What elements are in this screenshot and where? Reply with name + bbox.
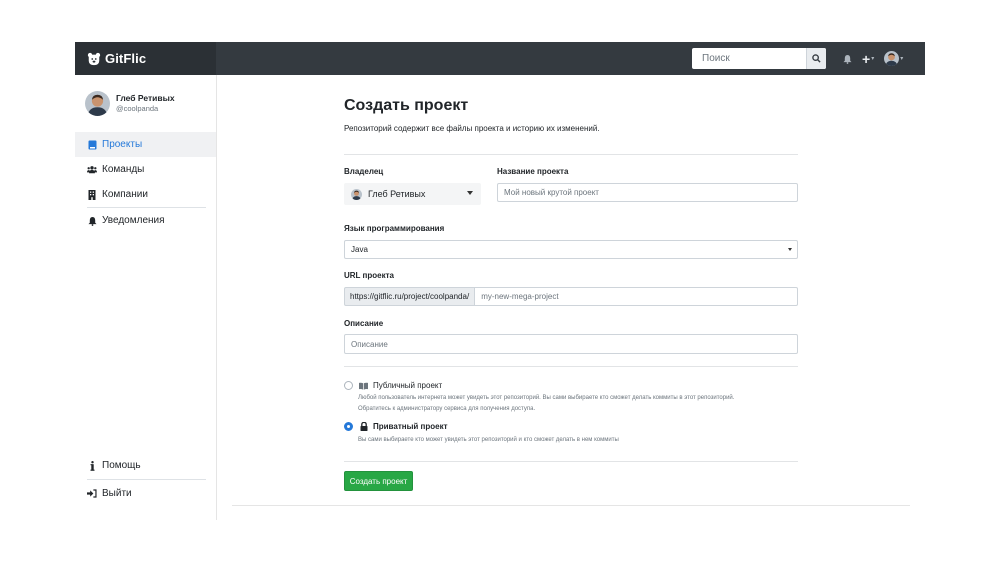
url-label: URL проекта (344, 271, 394, 280)
building-icon (87, 189, 97, 200)
sidebar-item-label: Выйти (102, 488, 132, 499)
sidebar-item-teams[interactable]: Команды (75, 157, 216, 182)
user-avatar-menu[interactable] (884, 51, 900, 66)
public-description-line: Любой пользователь интернета может увиде… (358, 395, 735, 401)
description-input[interactable]: Описание (344, 334, 798, 354)
public-project-option[interactable]: Публичный проект (344, 381, 442, 390)
search-button[interactable] (806, 48, 826, 69)
divider (344, 154, 798, 155)
chevron-down-icon: ▾ (871, 56, 875, 62)
bell-icon (87, 216, 97, 226)
language-label: Язык программирования (344, 224, 445, 233)
url-input-group: https://gitflic.ru/project/coolpanda/ my… (344, 287, 798, 306)
url-slug-input[interactable]: my-new-mega-project (475, 287, 798, 306)
owner-value: Глеб Ретивых (368, 189, 426, 199)
sidebar-nav: Проекты Команды Компании Уведомления (75, 132, 216, 233)
project-name-input[interactable]: Мой новый крутой проект (497, 183, 798, 202)
repo-icon (87, 140, 97, 150)
sidebar-item-label: Проекты (102, 139, 143, 150)
owner-select[interactable]: Глеб Ретивых (344, 183, 481, 205)
user-name: Глеб Ретивых (116, 93, 175, 103)
lock-icon (359, 422, 368, 431)
brand[interactable]: GitFlic (75, 42, 216, 75)
bear-logo-icon (87, 52, 101, 65)
top-navbar: GitFlic + ▾ ▾ (75, 42, 925, 75)
sidebar-item-label: Помощь (102, 460, 141, 471)
user-handle: @coolpanda (116, 104, 159, 113)
public-description: Любой пользователь интернета может увиде… (358, 393, 798, 415)
language-select[interactable]: Java (344, 240, 798, 259)
sidebar-item-help[interactable]: Помощь (75, 452, 216, 479)
user-profile[interactable]: Глеб Ретивых @coolpanda (85, 91, 175, 116)
sign-out-icon (87, 489, 97, 499)
create-new-button[interactable]: + (862, 52, 870, 66)
sidebar-item-label: Команды (102, 164, 145, 175)
sidebar-item-label: Уведомления (102, 215, 165, 226)
private-description: Вы сами выбираете кто может увидеть этот… (358, 437, 619, 443)
search-input[interactable] (692, 48, 806, 69)
private-title: Приватный проект (373, 422, 448, 431)
book-icon (359, 381, 368, 390)
caret-down-icon (467, 191, 473, 195)
caret-down-icon (788, 248, 792, 251)
page-subtitle: Репозиторий содержит все файлы проекта и… (344, 124, 600, 133)
notifications-bell-icon[interactable] (843, 54, 852, 64)
avatar (85, 91, 110, 116)
public-radio[interactable] (344, 381, 353, 390)
sidebar: Глеб Ретивых @coolpanda Проекты Команды … (75, 75, 217, 520)
owner-avatar (351, 188, 362, 200)
sidebar-item-notifications[interactable]: Уведомления (75, 208, 216, 233)
public-description-line: Обратитесь к администратору сервиса для … (358, 406, 536, 412)
search-icon (812, 54, 821, 63)
sidebar-bottom-nav: Помощь Выйти (75, 452, 216, 507)
content-bottom-border (232, 505, 910, 506)
sidebar-item-logout[interactable]: Выйти (75, 480, 216, 507)
brand-name: GitFlic (105, 51, 147, 66)
sidebar-item-projects[interactable]: Проекты (75, 132, 216, 157)
project-name-label: Название проекта (497, 167, 569, 176)
info-icon (87, 460, 97, 471)
language-value: Java (351, 245, 368, 254)
sidebar-item-companies[interactable]: Компании (75, 182, 216, 207)
private-radio[interactable] (344, 422, 353, 431)
public-title: Публичный проект (373, 381, 443, 390)
url-prefix: https://gitflic.ru/project/coolpanda/ (344, 287, 476, 306)
sidebar-item-label: Компании (102, 189, 148, 200)
page-title: Создать проект (344, 97, 469, 114)
avatar-chevron-down-icon: ▾ (900, 56, 904, 62)
divider (344, 366, 798, 367)
top-actions: + ▾ ▾ (843, 42, 903, 75)
private-project-option[interactable]: Приватный проект (344, 422, 448, 431)
create-project-button[interactable]: Создать проект (344, 471, 413, 491)
users-icon (87, 165, 97, 175)
divider (344, 461, 798, 462)
owner-label: Владелец (344, 167, 384, 176)
description-label: Описание (344, 319, 384, 328)
search-box (692, 48, 826, 69)
